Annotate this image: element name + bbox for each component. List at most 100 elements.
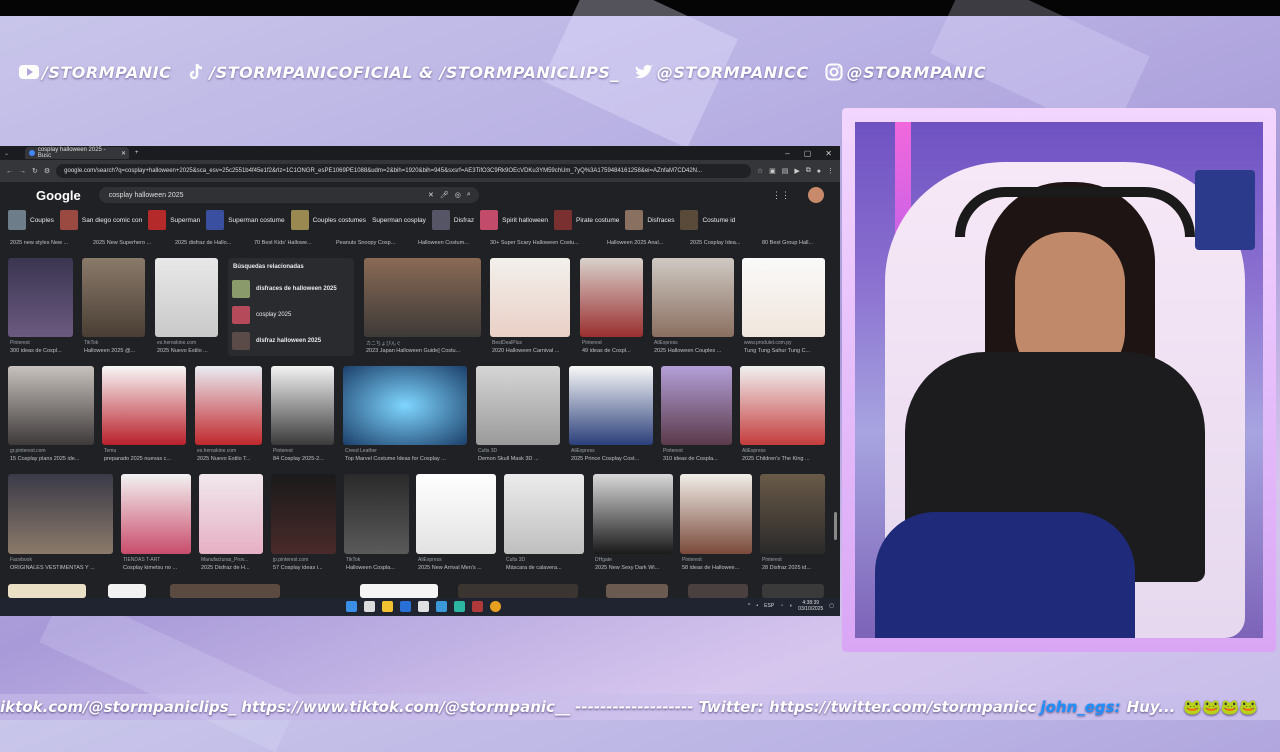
result-image[interactable] bbox=[271, 366, 334, 445]
result-source[interactable]: Pinterest bbox=[762, 557, 826, 563]
tray-chevron-icon[interactable]: ^ bbox=[748, 603, 750, 609]
chip[interactable]: San diego comic con bbox=[59, 210, 142, 230]
result-image[interactable] bbox=[102, 366, 186, 445]
tab-menu-icon[interactable]: ⌄ bbox=[4, 150, 9, 157]
close-tab-icon[interactable]: ✕ bbox=[121, 150, 129, 157]
result-image[interactable] bbox=[680, 474, 752, 554]
related-search-item[interactable]: disfraces de halloween 2025 bbox=[228, 276, 354, 302]
result-image[interactable] bbox=[569, 366, 653, 445]
windows-start-icon[interactable] bbox=[346, 601, 357, 612]
result-caption[interactable]: 70 Best Kids' Hallowe... bbox=[254, 240, 334, 246]
extension-icon[interactable]: ▣ bbox=[769, 167, 776, 175]
result-caption[interactable]: 2025 Prince Cosplay Cost... bbox=[571, 456, 655, 462]
chip[interactable]: Costume id bbox=[680, 210, 735, 230]
result-caption[interactable]: Top Marvel Costume Ideas for Cosplay ... bbox=[345, 456, 469, 462]
result-caption[interactable]: Halloween Costum... bbox=[418, 240, 488, 246]
result-source[interactable]: jp.pinterest.com bbox=[273, 557, 337, 563]
result-caption[interactable]: 2025 Disfraz de H... bbox=[201, 565, 265, 571]
result-caption[interactable]: 80 Best Group Hall... bbox=[762, 240, 832, 246]
browser-tab[interactable]: cosplay halloween 2025 - Busc ✕ bbox=[25, 147, 130, 159]
result-source[interactable]: Pinterest bbox=[582, 340, 644, 346]
result-image[interactable] bbox=[661, 366, 732, 445]
result-caption[interactable]: 57 Cosplay ideas i... bbox=[273, 565, 339, 571]
result-source[interactable]: Pinterest bbox=[663, 448, 733, 454]
result-caption[interactable]: 30+ Super Scary Halloween Costu... bbox=[490, 240, 600, 246]
account-avatar[interactable] bbox=[808, 187, 824, 203]
result-image[interactable] bbox=[364, 258, 481, 337]
result-image[interactable] bbox=[343, 366, 467, 445]
result-source[interactable]: Cults 3D bbox=[478, 448, 558, 454]
result-image[interactable] bbox=[490, 258, 570, 337]
result-image[interactable] bbox=[580, 258, 643, 337]
result-source[interactable]: AliExpress bbox=[742, 448, 826, 454]
tray-mic-icon[interactable]: • bbox=[756, 603, 758, 609]
more-menu-icon[interactable]: ⋮ bbox=[827, 167, 834, 175]
app-icon[interactable] bbox=[418, 601, 429, 612]
result-caption[interactable]: 310 ideas de Cospla... bbox=[663, 456, 735, 462]
result-caption[interactable]: 2025 New Sexy Dark Wi... bbox=[595, 565, 675, 571]
site-info-icon[interactable]: ⚙ bbox=[44, 167, 50, 175]
result-caption[interactable]: 2025 Cosplay Idea... bbox=[690, 240, 758, 246]
result-caption[interactable]: 2025 New Arrival Men's ... bbox=[418, 565, 498, 571]
taskview-icon[interactable] bbox=[364, 601, 375, 612]
result-caption[interactable]: Demon Skull Mask 3D ... bbox=[478, 456, 562, 462]
result-caption[interactable]: 2025 New Superhero ... bbox=[93, 240, 173, 246]
chip[interactable]: Superman costume bbox=[206, 210, 285, 230]
extension-icon[interactable]: ⧉ bbox=[806, 167, 811, 175]
result-source[interactable]: DHgate bbox=[595, 557, 673, 563]
result-caption[interactable]: Máscara de calavera... bbox=[506, 565, 586, 571]
chip[interactable]: Disfraz bbox=[431, 210, 474, 230]
profile-avatar[interactable]: ● bbox=[817, 168, 821, 175]
result-source[interactable]: カニちょびんぐ bbox=[366, 340, 476, 347]
result-source[interactable]: Facebook bbox=[10, 557, 110, 563]
bookmark-star-icon[interactable]: ☆ bbox=[757, 167, 763, 175]
result-source[interactable]: BestDealPlus bbox=[492, 340, 570, 346]
result-image[interactable] bbox=[195, 366, 262, 445]
new-tab-icon[interactable]: + bbox=[135, 150, 139, 156]
chrome-icon[interactable] bbox=[490, 601, 501, 612]
result-image[interactable] bbox=[8, 366, 94, 445]
result-caption[interactable]: 28 Disfraz 2025 id... bbox=[762, 565, 828, 571]
result-image[interactable] bbox=[476, 366, 560, 445]
search-icon[interactable]: ⌕ bbox=[467, 191, 479, 199]
result-caption[interactable]: 2025 new styles New ... bbox=[10, 240, 90, 246]
result-image[interactable] bbox=[606, 584, 668, 598]
language-indicator[interactable]: ESP bbox=[764, 603, 774, 609]
result-image[interactable] bbox=[82, 258, 145, 337]
result-caption[interactable]: Halloween Cospla... bbox=[346, 565, 412, 571]
chip[interactable]: Spirit halloween bbox=[480, 210, 548, 230]
result-image[interactable] bbox=[8, 258, 73, 337]
result-image[interactable] bbox=[504, 474, 584, 554]
result-source[interactable]: Manufacturas_Prov... bbox=[201, 557, 265, 563]
extension-icon[interactable]: ▤ bbox=[782, 167, 789, 175]
result-caption[interactable]: 2025 disfraz de Hallo... bbox=[175, 240, 255, 246]
chip[interactable]: Superman bbox=[148, 210, 200, 230]
vscode-icon[interactable] bbox=[436, 601, 447, 612]
result-source[interactable]: Pinterest bbox=[273, 448, 335, 454]
result-source[interactable]: AliExpress bbox=[418, 557, 496, 563]
result-image[interactable] bbox=[762, 584, 824, 598]
result-source[interactable]: TIENDAS T-ART bbox=[123, 557, 193, 563]
obs-icon[interactable] bbox=[472, 601, 483, 612]
chip[interactable]: Couples costumes bbox=[290, 210, 366, 230]
result-caption[interactable]: 15 Cosplay plans 2025 ide... bbox=[10, 456, 96, 462]
result-image[interactable] bbox=[344, 474, 409, 554]
result-image[interactable] bbox=[593, 474, 673, 554]
store-icon[interactable] bbox=[400, 601, 411, 612]
taskbar-clock[interactable]: 4:38:39 03/10/2025 bbox=[798, 600, 823, 612]
result-source[interactable]: www.produlet.com.py bbox=[744, 340, 826, 346]
close-window-icon[interactable]: ✕ bbox=[825, 149, 832, 158]
result-caption[interactable]: Peanuts Snoopy Cosp... bbox=[336, 240, 411, 246]
back-icon[interactable]: ← bbox=[6, 168, 13, 175]
result-caption[interactable]: ORIGINALES VESTIMENTAS Y ... bbox=[10, 565, 115, 571]
result-source[interactable]: es.heroskine.com bbox=[157, 340, 217, 346]
search-input[interactable]: cosplay halloween 2025 ✕ 🎤︎ ◎ ⌕ bbox=[98, 187, 479, 203]
chip[interactable]: Disfraces bbox=[625, 210, 674, 230]
volume-icon[interactable]: ◖ bbox=[789, 603, 792, 609]
notification-icon[interactable]: ▢ bbox=[829, 603, 834, 609]
result-source[interactable]: Temu bbox=[104, 448, 184, 454]
minimize-icon[interactable]: – bbox=[785, 149, 789, 158]
result-caption[interactable]: Halloween 2025 Anal... bbox=[607, 240, 687, 246]
edge-icon[interactable] bbox=[454, 601, 465, 612]
related-search-item[interactable]: cosplay 2025 bbox=[228, 302, 354, 328]
